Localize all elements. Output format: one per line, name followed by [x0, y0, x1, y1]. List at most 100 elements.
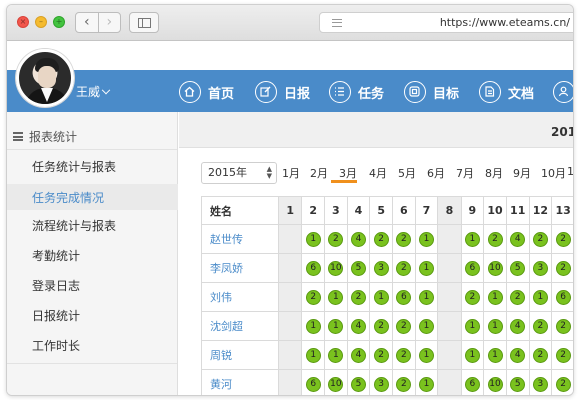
month-tab[interactable]: 5月	[398, 165, 416, 181]
task-count-badge[interactable]: 3	[532, 377, 548, 392]
task-count-badge[interactable]: 2	[555, 319, 571, 334]
task-count-badge[interactable]: 2	[396, 348, 412, 363]
task-count-badge[interactable]: 5	[351, 261, 366, 276]
task-count-badge[interactable]: 1	[305, 232, 321, 247]
avatar[interactable]	[16, 49, 74, 107]
sidebar-item-login-log[interactable]: 登录日志	[32, 277, 80, 294]
task-count-badge[interactable]: 5	[510, 261, 526, 276]
month-tab[interactable]: 8月	[485, 165, 503, 181]
month-tab[interactable]: 1月	[282, 165, 300, 181]
year-select[interactable]: 2015年 ▲ ▼	[201, 162, 277, 184]
task-count-badge[interactable]: 2	[532, 348, 548, 363]
task-count-badge[interactable]: 2	[396, 319, 412, 334]
nav-item-users[interactable]	[553, 81, 573, 103]
employee-name-link[interactable]: 沈剑超	[200, 311, 280, 341]
task-count-badge[interactable]: 1	[487, 290, 503, 305]
task-count-badge[interactable]: 1	[418, 290, 434, 305]
task-count-badge[interactable]: 1	[532, 290, 548, 305]
task-count-badge[interactable]: 2	[373, 348, 389, 363]
month-tab[interactable]: 6月	[427, 165, 445, 181]
user-menu[interactable]: 王威	[76, 83, 111, 100]
task-count-badge[interactable]: 3	[373, 377, 389, 392]
minimize-window-button[interactable]: –	[35, 16, 47, 28]
task-count-badge[interactable]: 1	[464, 319, 480, 334]
task-count-badge[interactable]: 4	[351, 348, 366, 363]
task-count-badge[interactable]: 2	[305, 290, 321, 305]
maximize-window-button[interactable]: +	[53, 16, 65, 28]
task-count-badge[interactable]: 2	[373, 319, 389, 334]
task-count-badge[interactable]: 3	[373, 261, 389, 276]
sidebar-item-daily-stats[interactable]: 日报统计	[32, 307, 80, 324]
task-count-badge[interactable]: 1	[418, 232, 434, 247]
task-count-badge[interactable]: 4	[351, 232, 366, 247]
task-count-badge[interactable]: 1	[328, 319, 344, 334]
task-count-badge[interactable]: 1	[305, 348, 321, 363]
reader-icon[interactable]	[332, 19, 342, 27]
sidebar-heading[interactable]: 报表统计	[13, 128, 77, 145]
month-tab-active[interactable]: 3月	[339, 165, 357, 181]
task-count-badge[interactable]: 1	[305, 319, 321, 334]
task-count-badge[interactable]: 2	[396, 261, 412, 276]
task-count-badge[interactable]: 1	[487, 319, 503, 334]
task-count-badge[interactable]: 2	[464, 290, 480, 305]
nav-item-daily-report[interactable]: 日报	[255, 81, 310, 103]
task-count-badge[interactable]: 6	[305, 377, 321, 392]
task-count-badge[interactable]: 2	[487, 232, 503, 247]
task-count-badge[interactable]: 2	[510, 290, 526, 305]
nav-item-documents[interactable]: 文档	[479, 81, 534, 103]
task-count-badge[interactable]: 4	[510, 232, 526, 247]
task-count-badge[interactable]: 1	[418, 348, 434, 363]
month-tab[interactable]: 2月	[310, 165, 328, 181]
task-count-badge[interactable]: 5	[510, 377, 526, 392]
task-count-badge[interactable]: 2	[351, 290, 366, 305]
task-count-badge[interactable]: 4	[510, 319, 526, 334]
task-count-badge[interactable]: 1	[418, 261, 434, 276]
task-count-badge[interactable]: 1	[418, 319, 434, 334]
month-tab[interactable]: 9月	[513, 165, 531, 181]
month-tab[interactable]: 4月	[369, 165, 387, 181]
sidebar-item-work-hours[interactable]: 工作时长	[32, 337, 80, 354]
sidebar-item-process-stats[interactable]: 流程统计与报表	[32, 217, 116, 234]
task-count-badge[interactable]: 4	[351, 319, 366, 334]
task-count-badge[interactable]: 2	[555, 232, 571, 247]
task-count-badge[interactable]: 10	[328, 377, 344, 392]
forward-button[interactable]: ›	[97, 13, 121, 32]
task-count-badge[interactable]: 2	[532, 232, 548, 247]
task-count-badge[interactable]: 1	[464, 348, 480, 363]
task-count-badge[interactable]: 2	[555, 348, 571, 363]
month-tab[interactable]: 11	[567, 165, 573, 178]
sidebar-item-task-stats[interactable]: 任务统计与报表	[32, 158, 116, 175]
address-bar[interactable]: https://www.eteams.cn/	[319, 12, 573, 33]
employee-name-link[interactable]: 周锐	[200, 340, 280, 370]
task-count-badge[interactable]: 10	[328, 261, 344, 276]
task-count-badge[interactable]: 6	[396, 290, 412, 305]
nav-item-tasks[interactable]: 任务	[329, 81, 384, 103]
nav-item-home[interactable]: 首页	[179, 81, 234, 103]
task-count-badge[interactable]: 2	[396, 232, 412, 247]
task-count-badge[interactable]: 6	[305, 261, 321, 276]
employee-name-link[interactable]: 黄河	[200, 369, 280, 395]
task-count-badge[interactable]: 1	[487, 348, 503, 363]
month-tab[interactable]: 7月	[456, 165, 474, 181]
month-tab[interactable]: 10月	[541, 165, 566, 181]
task-count-badge[interactable]: 6	[464, 377, 480, 392]
task-count-badge[interactable]: 2	[555, 377, 571, 392]
task-count-badge[interactable]: 2	[328, 232, 344, 247]
task-count-badge[interactable]: 3	[532, 261, 548, 276]
sidebar-toggle-button[interactable]	[129, 12, 159, 33]
employee-name-link[interactable]: 刘伟	[200, 282, 280, 312]
task-count-badge[interactable]: 2	[396, 377, 412, 392]
back-button[interactable]: ‹	[76, 13, 98, 32]
task-count-badge[interactable]: 1	[373, 290, 389, 305]
task-count-badge[interactable]: 4	[510, 348, 526, 363]
task-count-badge[interactable]: 2	[532, 319, 548, 334]
task-count-badge[interactable]: 10	[487, 261, 503, 276]
task-count-badge[interactable]: 2	[555, 261, 571, 276]
task-count-badge[interactable]: 5	[351, 377, 366, 392]
task-count-badge[interactable]: 6	[464, 261, 480, 276]
employee-name-link[interactable]: 赵世传	[200, 224, 280, 254]
sidebar-item-task-completion[interactable]: 任务完成情况	[32, 189, 104, 206]
nav-item-goals[interactable]: 目标	[404, 81, 459, 103]
sidebar-item-attendance[interactable]: 考勤统计	[32, 247, 80, 264]
task-count-badge[interactable]: 1	[328, 290, 344, 305]
